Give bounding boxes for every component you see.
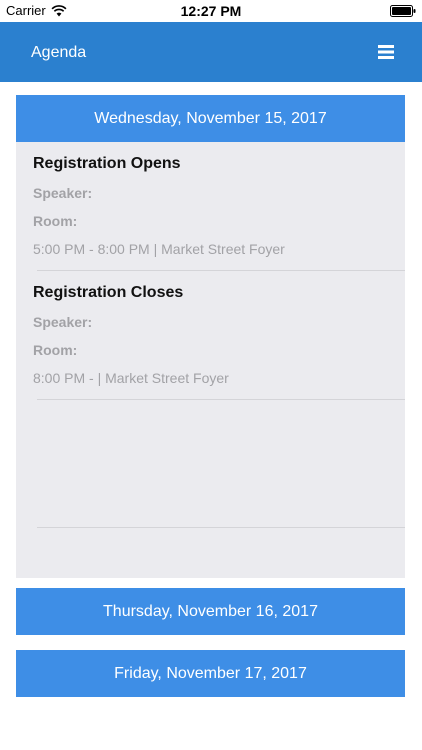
session-title: Registration Opens (33, 155, 181, 172)
status-bar: Carrier 12:27 PM (0, 0, 422, 22)
session-title: Registration Closes (33, 284, 184, 301)
session-time-location: 5:00 PM - 8:00 PM | Market Street Foyer (33, 241, 285, 257)
session-item[interactable]: Registration Opens Speaker: Room: 5:00 P… (16, 142, 405, 270)
session-room-label: Room: (33, 213, 78, 229)
battery-icon (390, 5, 416, 17)
session-time-location: 8:00 PM - | Market Street Foyer (33, 370, 229, 386)
navigation-bar: Agenda (0, 22, 422, 82)
day-header-friday[interactable]: Friday, November 17, 2017 (16, 650, 405, 697)
divider (37, 399, 405, 400)
day-header-thursday[interactable]: Thursday, November 16, 2017 (16, 588, 405, 635)
day-header-wednesday[interactable]: Wednesday, November 15, 2017 (16, 95, 405, 142)
hamburger-menu-icon[interactable] (378, 44, 394, 60)
status-time: 12:27 PM (180, 3, 242, 19)
session-speaker-label: Speaker: (33, 314, 93, 330)
divider (37, 527, 405, 528)
session-room-label: Room: (33, 342, 78, 358)
day-sessions-panel: Registration Opens Speaker: Room: 5:00 P… (16, 142, 405, 578)
session-item[interactable]: Registration Closes Speaker: Room: 8:00 … (16, 271, 405, 399)
session-speaker-label: Speaker: (33, 185, 93, 201)
page-title: Agenda (31, 44, 87, 61)
